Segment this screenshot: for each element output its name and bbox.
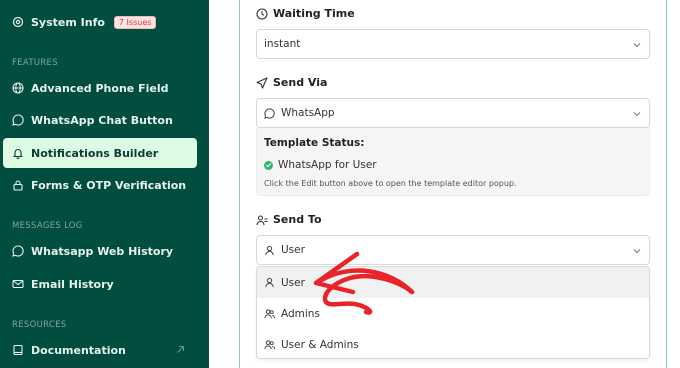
sidebar-item-label: Email History [31,277,114,291]
settings-icon [12,16,24,28]
sidebar-item-system-info[interactable]: System Info 7 Issues [0,7,209,37]
globe-icon [12,82,24,94]
sidebar-item-label: Forms & OTP Verification [31,178,187,192]
send-to-dropdown: User Admins User & Admins [256,266,650,359]
mail-icon [12,278,24,290]
send-via-select[interactable]: WhatsApp [256,98,650,128]
sidebar-item-email-history[interactable]: Email History [0,269,209,299]
chevron-down-icon [633,43,641,48]
template-status-row: WhatsApp for User [264,159,377,171]
users-icon [256,214,268,225]
dropdown-option-label: User [281,276,305,289]
main-content: Waiting Time instant Send Via WhatsApp T… [209,0,680,368]
sidebar-item-notifications-builder[interactable]: Notifications Builder [3,138,197,168]
section-heading-resources: RESOURCES [12,320,67,330]
whatsapp-icon [12,245,24,257]
user-icon [264,245,275,256]
section-heading-messages-log: MESSAGES LOG [12,221,83,231]
sidebar-item-label: Documentation [31,343,126,357]
sidebar-item-advanced-phone-field[interactable]: Advanced Phone Field [0,73,209,103]
sidebar-item-label: Notifications Builder [31,146,159,160]
dropdown-option-admins[interactable]: Admins [257,298,649,329]
whatsapp-icon [264,107,275,119]
waiting-time-select[interactable]: instant [256,29,650,59]
user-icon [264,277,275,288]
external-link-icon [177,346,184,353]
send-via-label-text: Send Via [273,76,328,89]
send-to-select[interactable]: User [256,235,650,265]
sidebar-item-documentation[interactable]: Documentation [0,335,209,365]
section-heading-features: FEATURES [12,58,58,68]
waiting-time-value: instant [264,38,301,50]
dropdown-option-user[interactable]: User [257,267,649,298]
waiting-time-label: Waiting Time [256,7,355,20]
send-icon [256,76,268,89]
send-to-label-text: Send To [273,213,322,226]
send-to-label: Send To [256,213,322,226]
dropdown-option-label: Admins [281,307,320,320]
issues-badge[interactable]: 7 Issues [113,15,157,29]
template-status-note: Click the Edit button above to open the … [264,179,517,188]
users-icon [264,339,275,350]
chevron-down-icon [633,112,641,117]
bell-icon [12,147,24,159]
template-status-value: WhatsApp for User [278,159,377,171]
sidebar: System Info 7 Issues FEATURES Advanced P… [0,0,209,368]
send-to-value: User [281,244,305,256]
waiting-time-label-text: Waiting Time [273,7,355,20]
clock-icon [256,7,268,20]
send-via-value: WhatsApp [281,107,335,119]
sidebar-item-label: WhatsApp Chat Button [31,113,173,127]
lock-icon [12,179,24,191]
sidebar-item-forms-otp[interactable]: Forms & OTP Verification [0,170,209,200]
sidebar-item-whatsapp-web-history[interactable]: Whatsapp Web History [0,236,209,266]
sidebar-item-label: System Info [31,15,105,29]
template-status-box: Template Status: WhatsApp for User Click… [256,128,650,196]
dropdown-option-label: User & Admins [281,338,359,351]
template-status-title: Template Status: [264,137,365,149]
book-icon [12,344,24,356]
chevron-down-icon [633,249,641,254]
sidebar-item-label: Advanced Phone Field [31,81,169,95]
whatsapp-icon [12,114,24,126]
dropdown-option-user-and-admins[interactable]: User & Admins [257,329,649,358]
check-circle-icon [264,160,273,170]
send-via-label: Send Via [256,76,327,89]
sidebar-item-label: Whatsapp Web History [31,244,174,258]
users-icon [264,308,275,319]
sidebar-item-whatsapp-chat-button[interactable]: WhatsApp Chat Button [0,105,209,135]
